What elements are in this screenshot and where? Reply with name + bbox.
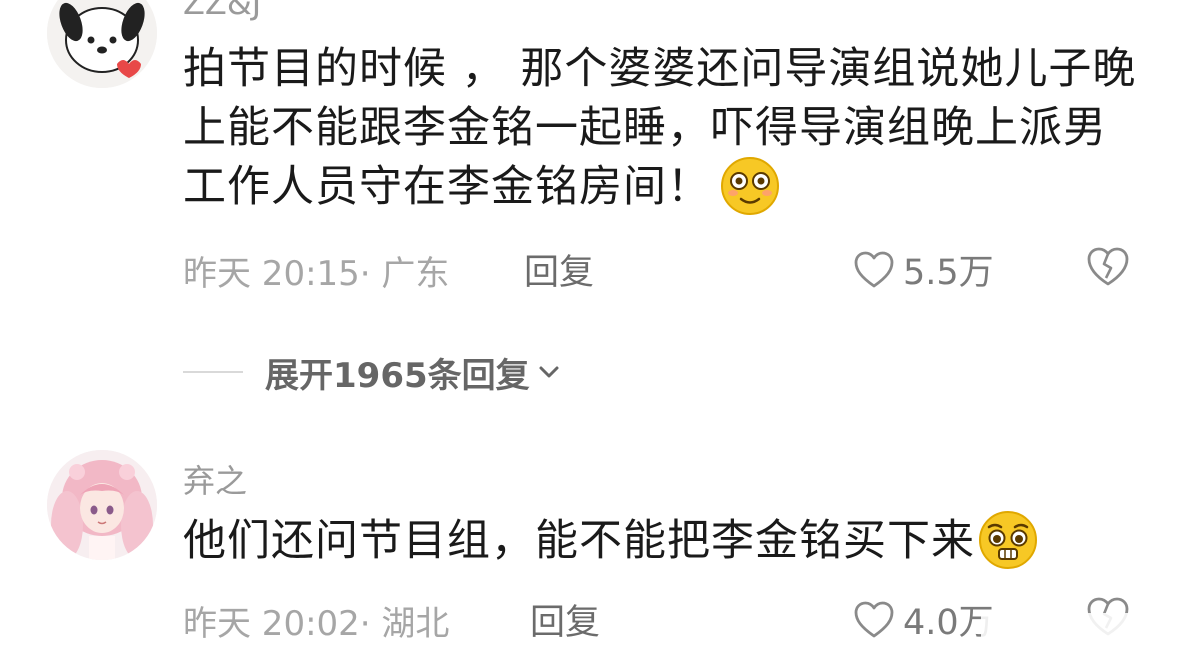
dog-avatar-icon: [47, 0, 157, 88]
comment-meta: 昨天 20:02· 湖北: [183, 596, 449, 645]
broken-heart-icon: [1087, 247, 1129, 286]
chevron-down-icon: [539, 366, 559, 378]
comment-body: 拍节目的时候 ， 那个婆婆还问导演组说她儿子晚上能不能跟李金铭一起睡，吓得导演组…: [183, 44, 1137, 212]
username[interactable]: ZZ&J: [183, 0, 261, 22]
heart-icon: [854, 251, 894, 287]
avatar[interactable]: [47, 0, 157, 88]
reply-button[interactable]: 回复: [524, 244, 594, 295]
comment-item: ZZ&J 拍节目的时候 ， 那个婆婆还问导演组说她儿子晚上能不能跟李金铭一起睡，…: [0, 0, 1179, 340]
heart-icon: [854, 601, 894, 637]
watermark-overlay: [981, 613, 1171, 661]
comment-body: 他们还问节目组，能不能把李金铭买下来: [183, 516, 975, 566]
username[interactable]: 弃之: [183, 456, 247, 502]
expand-replies-label: 展开1965条回复: [265, 355, 530, 396]
comment-location: · 广东: [359, 254, 450, 294]
comment-text: 他们还问节目组，能不能把李金铭买下来: [183, 509, 1143, 575]
dazed-face-icon: [719, 155, 781, 217]
anime-girl-avatar-icon: [47, 450, 157, 560]
comment-time: 昨天 20:15: [183, 254, 360, 294]
comment-meta: 昨天 20:15· 广东: [183, 246, 449, 295]
comment-time: 昨天 20:02: [183, 604, 360, 644]
like-button[interactable]: 4.0万: [853, 594, 994, 645]
like-count: 5.5万: [903, 253, 994, 293]
pleading-face-icon: [977, 509, 1039, 571]
like-button[interactable]: 5.5万: [853, 244, 994, 295]
avatar[interactable]: [47, 450, 157, 560]
reply-button[interactable]: 回复: [530, 594, 600, 645]
divider-line: [183, 371, 243, 373]
comment-text: 拍节目的时候 ， 那个婆婆还问导演组说她儿子晚上能不能跟李金铭一起睡，吓得导演组…: [183, 40, 1143, 221]
comment-location: · 湖北: [359, 604, 450, 644]
expand-replies-button[interactable]: 展开1965条回复: [183, 347, 564, 397]
dislike-button[interactable]: [1086, 246, 1130, 288]
